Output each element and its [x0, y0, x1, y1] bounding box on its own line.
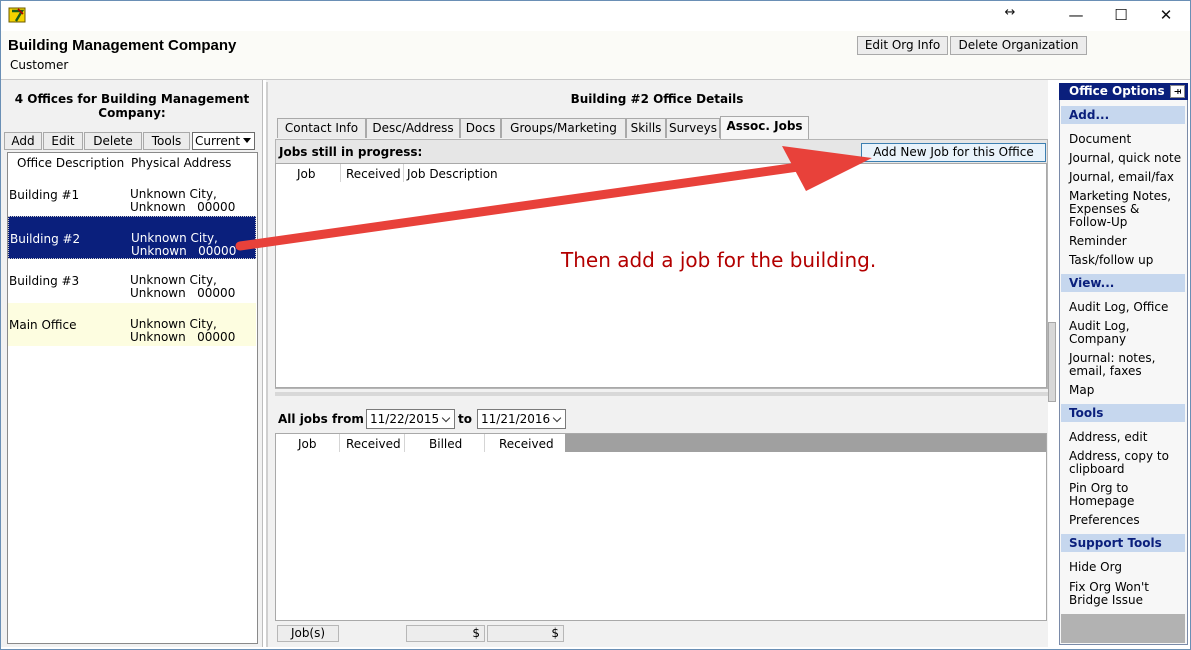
col-job: Job [297, 167, 316, 181]
maximize-icon[interactable]: ☐ [1098, 4, 1144, 26]
all-jobs-label: All jobs from [278, 412, 364, 426]
annotation-text: Then add a job for the building. [561, 248, 877, 272]
tab-groups-marketing[interactable]: Groups/Marketing [501, 118, 626, 138]
office-address: Unknown City, Unknown 00000 [131, 231, 237, 258]
app-logo-icon [8, 7, 26, 23]
jobs-in-progress-label: Jobs still in progress: [279, 145, 423, 159]
office-tools-button[interactable]: Tools [143, 132, 190, 150]
col-received: Received [346, 167, 401, 181]
option-audit-log-office[interactable]: Audit Log, Office [1069, 301, 1185, 314]
option-document[interactable]: Document [1069, 133, 1185, 146]
billed-total-cell: $ [406, 625, 485, 642]
option-journal-quick-note[interactable]: Journal, quick note [1069, 152, 1185, 165]
jobs-count-cell: Job(s) [277, 625, 339, 642]
option-journal-notes[interactable]: Journal: notes, email, faxes [1069, 352, 1185, 378]
office-name: Main Office [9, 318, 77, 332]
date-to-value: 11/21/2016 [481, 412, 551, 426]
group-tools: Tools [1061, 404, 1185, 422]
option-task-follow-up[interactable]: Task/follow up [1069, 254, 1185, 267]
col-job-description: Job Description [407, 167, 498, 181]
date-to-picker[interactable]: 11/21/2016 [477, 409, 566, 429]
edit-office-button[interactable]: Edit [43, 132, 83, 150]
section-splitter[interactable] [275, 392, 1048, 396]
panel-collapse-handle[interactable] [1048, 322, 1056, 402]
chevron-down-icon [552, 413, 562, 423]
option-preferences[interactable]: Preferences [1069, 514, 1185, 527]
add-new-job-button[interactable]: Add New Job for this Office [861, 143, 1046, 162]
all-jobs-grid [275, 433, 1047, 621]
option-pin-org[interactable]: Pin Org to Homepage [1069, 482, 1185, 508]
tab-desc-address[interactable]: Desc/Address [366, 118, 460, 138]
office-address: Unknown City, Unknown 00000 [130, 317, 236, 344]
delete-office-button[interactable]: Delete [84, 132, 142, 150]
option-hide-org[interactable]: Hide Org [1069, 561, 1185, 574]
dropdown-arrow-icon [243, 138, 251, 143]
org-type: Customer [10, 58, 69, 72]
office-filter-select[interactable]: Current [192, 132, 255, 150]
office-address: Unknown City, Unknown 00000 [130, 187, 236, 214]
group-view: View... [1061, 274, 1185, 292]
office-filter-value: Current [195, 134, 241, 148]
to-label: to [458, 412, 472, 426]
option-audit-log-company[interactable]: Audit Log, Company [1069, 320, 1185, 346]
col-billed: Billed [429, 437, 463, 451]
offices-title: 4 Offices for Building Management Compan… [14, 92, 250, 120]
col-physical-address: Physical Address [131, 156, 232, 170]
tab-contact-info[interactable]: Contact Info [277, 118, 366, 138]
tab-docs[interactable]: Docs [460, 118, 501, 138]
option-marketing-notes[interactable]: Marketing Notes, Expenses & Follow-Up [1069, 190, 1185, 229]
org-name: Building Management Company [8, 37, 237, 54]
office-address: Unknown City, Unknown 00000 [130, 273, 236, 300]
option-reminder[interactable]: Reminder [1069, 235, 1185, 248]
options-footer [1061, 614, 1185, 643]
office-name: Building #2 [10, 232, 81, 246]
date-from-picker[interactable]: 11/22/2015 [366, 409, 455, 429]
group-add: Add... [1061, 106, 1185, 124]
office-row-selected[interactable]: Building #2 Unknown City, Unknown 00000 [8, 216, 256, 259]
col-divider [340, 164, 341, 182]
col-divider [484, 434, 485, 452]
office-options-title: Office Options [1059, 83, 1188, 100]
grid-header-filler [565, 434, 1046, 452]
add-office-button[interactable]: Add [4, 132, 42, 150]
delete-organization-button[interactable]: Delete Organization [950, 36, 1087, 55]
close-icon[interactable]: ✕ [1143, 4, 1189, 26]
resize-icon[interactable]: ↔ [987, 2, 1033, 24]
minimize-icon[interactable]: — [1053, 4, 1099, 26]
col-received-2: Received [499, 437, 554, 451]
tab-skills[interactable]: Skills [626, 118, 666, 138]
tab-surveys[interactable]: Surveys [666, 118, 720, 138]
option-address-edit[interactable]: Address, edit [1069, 431, 1185, 444]
panel-divider [266, 82, 268, 647]
option-map[interactable]: Map [1069, 384, 1185, 397]
jobs-in-progress-grid [275, 163, 1047, 388]
option-journal-email-fax[interactable]: Journal, email/fax [1069, 171, 1185, 184]
col-job: Job [298, 437, 317, 451]
option-fix-org-bridge[interactable]: Fix Org Won't Bridge Issue [1069, 581, 1185, 607]
group-support-tools: Support Tools [1061, 534, 1185, 552]
office-row[interactable]: Main Office Unknown City, Unknown 00000 [8, 303, 256, 346]
tab-assoc-jobs[interactable]: Assoc. Jobs [720, 116, 809, 139]
option-address-copy[interactable]: Address, copy to clipboard [1069, 450, 1185, 476]
office-details-title: Building #2 Office Details [570, 92, 744, 106]
date-from-value: 11/22/2015 [370, 412, 440, 426]
office-name: Building #1 [9, 188, 80, 202]
edit-org-info-button[interactable]: Edit Org Info [857, 36, 948, 55]
col-office-description: Office Description [17, 156, 125, 170]
col-divider [403, 164, 404, 182]
pin-icon[interactable] [1170, 85, 1185, 98]
received-total-cell: $ [487, 625, 564, 642]
col-divider [404, 434, 405, 452]
office-name: Building #3 [9, 274, 80, 288]
col-divider [339, 434, 340, 452]
col-received: Received [346, 437, 401, 451]
chevron-down-icon [441, 413, 451, 423]
